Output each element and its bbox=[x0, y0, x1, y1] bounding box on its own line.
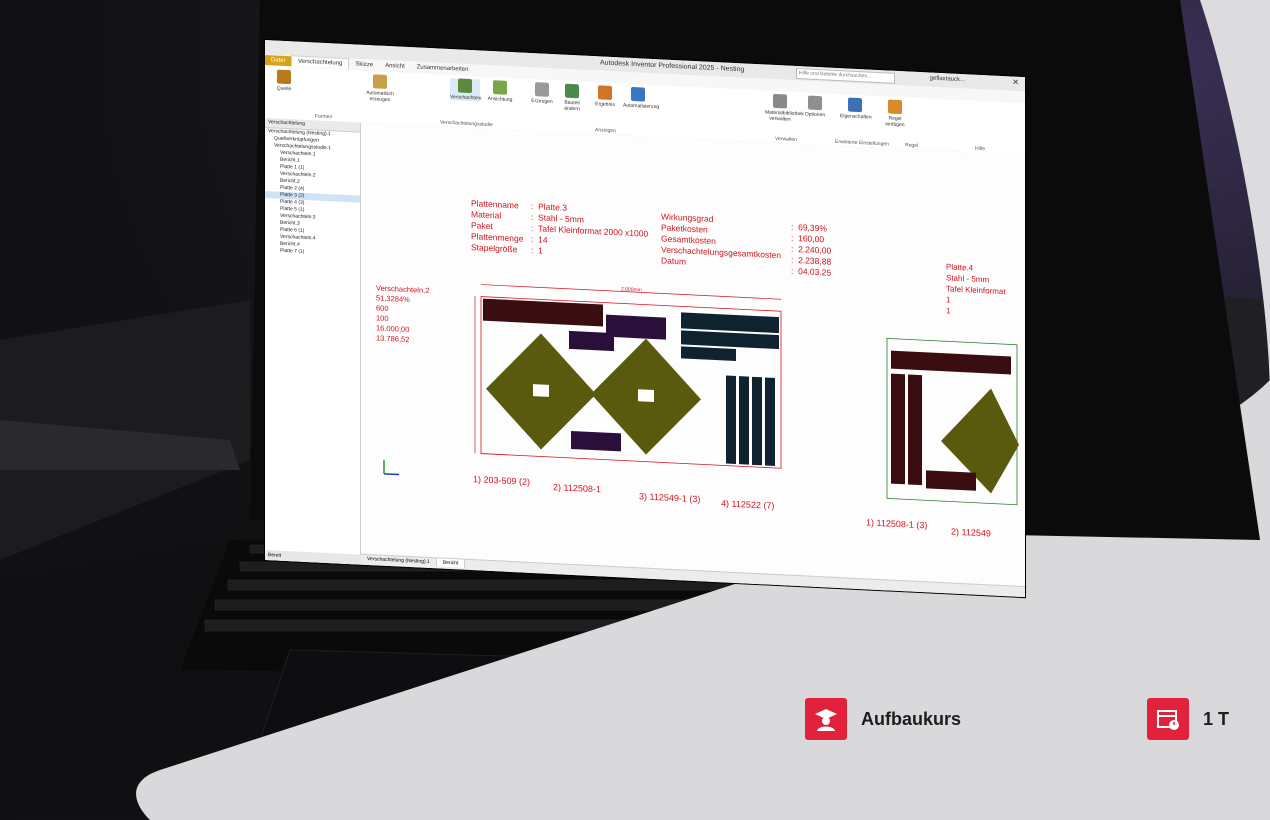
nest-icon bbox=[458, 78, 472, 94]
ribbon-button-auto-generate[interactable]: Automatisch erzeugen bbox=[365, 74, 395, 103]
create-icon bbox=[535, 82, 549, 97]
part-maroon bbox=[891, 373, 905, 485]
part-purple bbox=[569, 330, 614, 352]
ribbon-button-part-edit[interactable]: Bauteil ändern bbox=[557, 83, 587, 112]
result-icon bbox=[598, 85, 612, 100]
document-tab-active[interactable]: Bericht bbox=[436, 558, 466, 568]
duration-label: 1 T bbox=[1203, 708, 1230, 729]
close-icon[interactable]: ✕ bbox=[1012, 78, 1019, 87]
tab-sketch[interactable]: Skizze bbox=[349, 59, 379, 70]
part-purple bbox=[571, 430, 621, 452]
part-label: 2) 112508-1 bbox=[553, 482, 601, 495]
part-label: 3) 112549-1 (3) bbox=[639, 491, 701, 505]
course-level-label: Aufbaukurs bbox=[861, 708, 962, 729]
info-value: 1 bbox=[946, 306, 951, 316]
user-account[interactable]: geflaxtauck... bbox=[930, 76, 965, 84]
model-browser: Verschachtelung Verschachtelung (Nesting… bbox=[265, 118, 361, 565]
ribbon-group-rule: Regel bbox=[905, 142, 919, 149]
nesting-sheet-drawing: 2.000mm bbox=[474, 284, 782, 469]
ribbon-group-help: Hilfe bbox=[975, 145, 986, 153]
ribbon-button-automation[interactable]: Automatisierung bbox=[623, 86, 659, 110]
part-label: 4) 112522 (7) bbox=[721, 498, 775, 511]
part-label: 2) 112549 bbox=[951, 526, 991, 539]
properties-icon bbox=[848, 97, 862, 113]
info-label: Stapelgröße bbox=[471, 242, 518, 255]
rule-icon bbox=[888, 99, 902, 115]
automation-icon bbox=[631, 86, 645, 102]
plate-info-values: : Platte.3 : Stahl - 5mm : Tafel Kleinfo… bbox=[531, 201, 648, 262]
ribbon-button-options[interactable]: Optionen bbox=[800, 95, 830, 118]
part-navy bbox=[681, 346, 736, 362]
plate-info-labels: Plattenname Material Paket Plattenmenge … bbox=[471, 198, 523, 256]
tab-view[interactable]: Ansicht bbox=[379, 61, 411, 73]
info-value: : 04.03.25 bbox=[791, 265, 832, 278]
part-navy bbox=[681, 330, 779, 350]
ribbon-button-view[interactable]: Ansichtung bbox=[485, 80, 515, 103]
part-label: 1) 203-509 (2) bbox=[473, 474, 531, 487]
options-icon bbox=[808, 95, 822, 111]
ribbon-button-create[interactable]: Erzeugen bbox=[527, 82, 557, 105]
document-tab[interactable]: Verschachtelung (Nesting).1 bbox=[361, 554, 437, 567]
auto-generate-icon bbox=[373, 74, 387, 89]
part-cutout bbox=[533, 384, 549, 397]
second-sheet-drawing bbox=[886, 338, 1019, 506]
part-navy bbox=[752, 376, 762, 466]
ribbon-button-properties[interactable]: Eigenschaften bbox=[840, 97, 872, 121]
ribbon-button-result[interactable]: Ergebnis bbox=[590, 85, 620, 108]
cost-info-labels: Wirkungsgrad Paketkosten Gesamtkosten Ve… bbox=[661, 211, 781, 272]
ribbon-button-nest[interactable]: Verschachteln bbox=[450, 78, 481, 102]
ribbon-group-forms: Formen bbox=[315, 113, 333, 121]
study-value: 13.786,52 bbox=[376, 333, 410, 345]
part-navy bbox=[739, 376, 749, 465]
view-icon bbox=[493, 80, 507, 95]
part-maroon bbox=[483, 298, 603, 327]
tab-file[interactable]: Datei bbox=[265, 55, 292, 67]
calendar-icon bbox=[1147, 698, 1189, 740]
part-navy bbox=[681, 312, 779, 334]
sheet-width-label: 2.000mm bbox=[621, 286, 642, 293]
part-edit-icon bbox=[565, 83, 579, 99]
axis-triad-icon bbox=[383, 459, 399, 476]
part-purple bbox=[606, 314, 666, 340]
part-cutout bbox=[638, 389, 654, 403]
second-sheet-info: Platte.4 Stahl - 5mm Tafel Kleinformat 1… bbox=[946, 261, 1006, 319]
browser-tree: Verschachtelung (Nesting).1 Quellverknüpf… bbox=[265, 128, 360, 259]
cost-info-values: : 69,39% : 160,00 : 2.240,00 : 2.238,88 … bbox=[791, 222, 831, 279]
part-label: 1) 112508-1 (3) bbox=[866, 517, 928, 531]
part-maroon bbox=[908, 374, 922, 486]
part-navy bbox=[726, 375, 736, 465]
course-level-badge: Aufbaukurs bbox=[805, 698, 961, 740]
ribbon-button-rule[interactable]: Regel einfügen bbox=[880, 99, 910, 128]
ribbon-group-manage: Verwalten bbox=[775, 135, 797, 144]
ribbon-button-library[interactable]: Materialbibliothek verwalten bbox=[765, 93, 804, 123]
ribbon-button-source[interactable]: Quelle bbox=[269, 69, 299, 92]
duration-badge: 1 T bbox=[1147, 698, 1229, 740]
ribbon-group-display: Anzeigen bbox=[595, 127, 616, 135]
part-navy bbox=[765, 377, 775, 466]
graduate-icon bbox=[805, 698, 847, 740]
part-maroon bbox=[926, 470, 976, 491]
application-window: Autodesk Inventor Professional 2025 - Ne… bbox=[265, 40, 1025, 598]
study-info: Verschachteln.2 51,3284% 600 100 16.000,… bbox=[376, 283, 429, 346]
graphics-canvas[interactable]: Plattenname Material Paket Plattenmenge … bbox=[361, 122, 1025, 588]
library-icon bbox=[773, 93, 787, 109]
part-maroon bbox=[891, 350, 1011, 375]
source-icon bbox=[277, 69, 291, 85]
